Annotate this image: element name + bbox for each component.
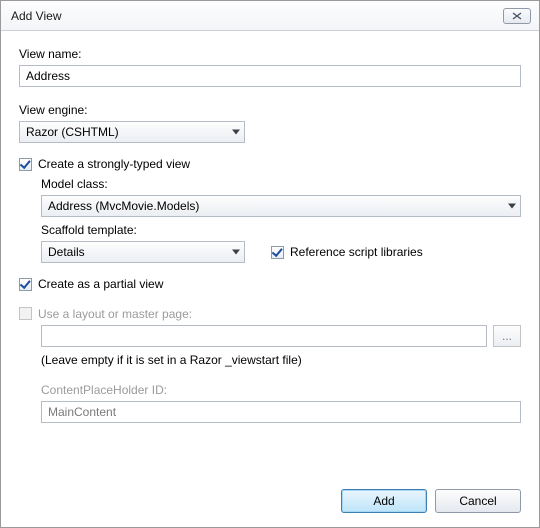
dialog-body: View name: View engine: Razor (CSHTML) C… bbox=[1, 31, 539, 479]
reference-scripts-label: Reference script libraries bbox=[290, 245, 423, 259]
dialog-footer: Add Cancel bbox=[1, 479, 539, 527]
partial-view-row[interactable]: Create as a partial view bbox=[19, 277, 521, 291]
use-layout-row: Use a layout or master page: bbox=[19, 305, 521, 321]
view-name-input[interactable] bbox=[19, 65, 521, 87]
placeholder-id-label: ContentPlaceHolder ID: bbox=[41, 383, 521, 397]
cancel-button[interactable]: Cancel bbox=[435, 489, 521, 513]
view-engine-label: View engine: bbox=[19, 103, 521, 117]
chevron-down-icon bbox=[232, 130, 240, 135]
use-layout-label: Use a layout or master page: bbox=[38, 307, 192, 321]
partial-view-checkbox[interactable] bbox=[19, 278, 32, 291]
view-engine-combo[interactable]: Razor (CSHTML) bbox=[19, 121, 245, 143]
placeholder-id-input bbox=[41, 401, 521, 423]
reference-scripts-row[interactable]: Reference script libraries bbox=[271, 245, 423, 259]
layout-hint: (Leave empty if it is set in a Razor _vi… bbox=[41, 353, 521, 367]
close-button[interactable] bbox=[503, 8, 531, 24]
model-class-combo[interactable]: Address (MvcMovie.Models) bbox=[41, 195, 521, 217]
view-name-label: View name: bbox=[19, 47, 521, 61]
scaffold-value: Details bbox=[48, 245, 85, 259]
partial-view-label: Create as a partial view bbox=[38, 277, 163, 291]
chevron-down-icon bbox=[508, 204, 516, 209]
reference-scripts-checkbox[interactable] bbox=[271, 246, 284, 259]
window-title: Add View bbox=[11, 9, 503, 23]
add-view-dialog: Add View View name: View engine: Razor (… bbox=[0, 0, 540, 528]
view-engine-value: Razor (CSHTML) bbox=[26, 125, 119, 139]
titlebar: Add View bbox=[1, 1, 539, 31]
use-layout-checkbox bbox=[19, 307, 32, 320]
strongly-typed-row[interactable]: Create a strongly-typed view bbox=[19, 157, 521, 171]
strongly-typed-group: Model class: Address (MvcMovie.Models) S… bbox=[41, 175, 521, 263]
browse-layout-button: ... bbox=[493, 325, 521, 347]
model-class-value: Address (MvcMovie.Models) bbox=[48, 199, 199, 213]
add-button[interactable]: Add bbox=[341, 489, 427, 513]
strongly-typed-checkbox[interactable] bbox=[19, 158, 32, 171]
layout-group: ... (Leave empty if it is set in a Razor… bbox=[41, 325, 521, 423]
close-icon bbox=[512, 12, 522, 20]
strongly-typed-label: Create a strongly-typed view bbox=[38, 157, 190, 171]
chevron-down-icon bbox=[232, 250, 240, 255]
layout-path-input bbox=[41, 325, 487, 347]
scaffold-combo[interactable]: Details bbox=[41, 241, 245, 263]
scaffold-label: Scaffold template: bbox=[41, 223, 521, 237]
model-class-label: Model class: bbox=[41, 177, 521, 191]
